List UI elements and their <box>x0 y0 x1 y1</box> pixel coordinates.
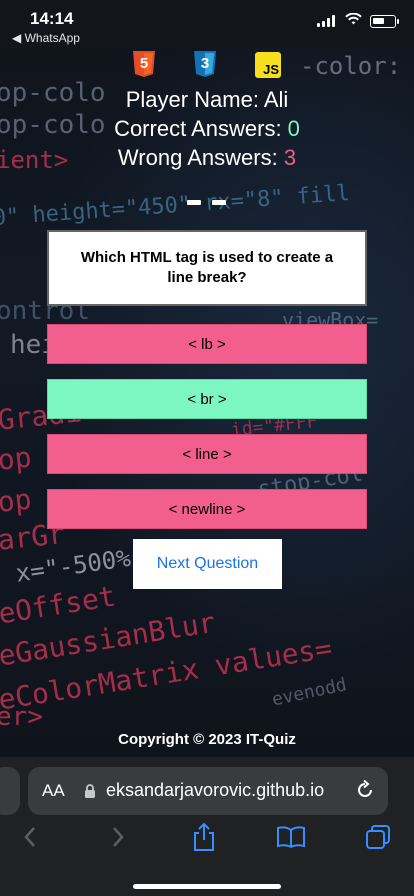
tech-logos: 5 3 JS <box>0 50 414 82</box>
reader-aa-button[interactable]: AA <box>42 781 65 801</box>
url-text[interactable]: eksandarjavorovic.github.io <box>106 780 356 801</box>
battery-icon <box>370 14 399 28</box>
next-question-button[interactable]: Next Question <box>133 539 282 589</box>
lock-icon <box>84 784 96 804</box>
wrong-answers-value: 3 <box>283 145 297 170</box>
back-chevron-icon[interactable] <box>14 821 46 853</box>
signal-icon <box>317 15 337 27</box>
bg-code-line: er> <box>0 702 43 732</box>
bg-code-line: 0" height="450" rx="8" fill <box>0 181 351 231</box>
javascript-logo: JS <box>255 52 281 78</box>
css3-logo: 3 <box>192 50 218 78</box>
previous-tab-peek[interactable] <box>0 767 20 815</box>
javascript-logo-text: JS <box>263 62 279 77</box>
correct-answers-label: Correct Answers: <box>114 116 288 141</box>
copyright-footer: Copyright © 2023 IT-Quiz <box>118 731 296 748</box>
bg-code-line: evenodd <box>270 674 349 711</box>
safari-bottom-bar: AA eksandarjavorovic.github.io <box>0 757 414 896</box>
html5-logo: 5 <box>131 50 157 78</box>
correct-answers-line: Correct Answers: 0 <box>0 116 414 142</box>
address-bar[interactable]: AA eksandarjavorovic.github.io <box>28 767 388 815</box>
bg-code-line: op <box>0 440 33 477</box>
answer-label: < line > <box>182 445 232 463</box>
bookmarks-icon[interactable] <box>275 821 307 853</box>
answer-option-correct[interactable]: < br > <box>47 379 367 419</box>
back-to-whatsapp-link[interactable]: ◀ WhatsApp <box>12 31 80 45</box>
question-text: Which HTML tag is used to create a line … <box>80 248 334 286</box>
css3-logo-text: 3 <box>200 55 210 72</box>
answer-label: < br > <box>187 390 227 408</box>
bg-code-line: op <box>0 482 33 519</box>
answer-option[interactable]: < newline > <box>47 489 367 529</box>
answer-label: < newline > <box>168 500 246 518</box>
player-name: Player Name: Ali <box>125 87 289 112</box>
progress-dash <box>187 200 201 205</box>
reload-icon[interactable] <box>354 779 376 806</box>
wrong-answers-line: Wrong Answers: 3 <box>0 145 414 171</box>
share-icon[interactable] <box>188 821 220 853</box>
ios-status-bar: 14:14 ◀ WhatsApp <box>0 0 414 48</box>
progress-dash <box>212 200 226 205</box>
answer-label: < lb > <box>188 335 226 353</box>
html5-logo-text: 5 <box>139 55 149 72</box>
wifi-icon <box>345 12 362 30</box>
question-box: Which HTML tag is used to create a line … <box>47 230 367 306</box>
tabs-icon[interactable] <box>362 821 394 853</box>
correct-answers-value: 0 <box>287 116 300 141</box>
status-time: 14:14 <box>30 9 74 28</box>
wrong-answers-label: Wrong Answers: <box>117 145 284 170</box>
answer-option[interactable]: < lb > <box>47 324 367 364</box>
forward-chevron-icon[interactable] <box>102 821 134 853</box>
home-indicator <box>133 884 281 889</box>
answer-option[interactable]: < line > <box>47 434 367 474</box>
